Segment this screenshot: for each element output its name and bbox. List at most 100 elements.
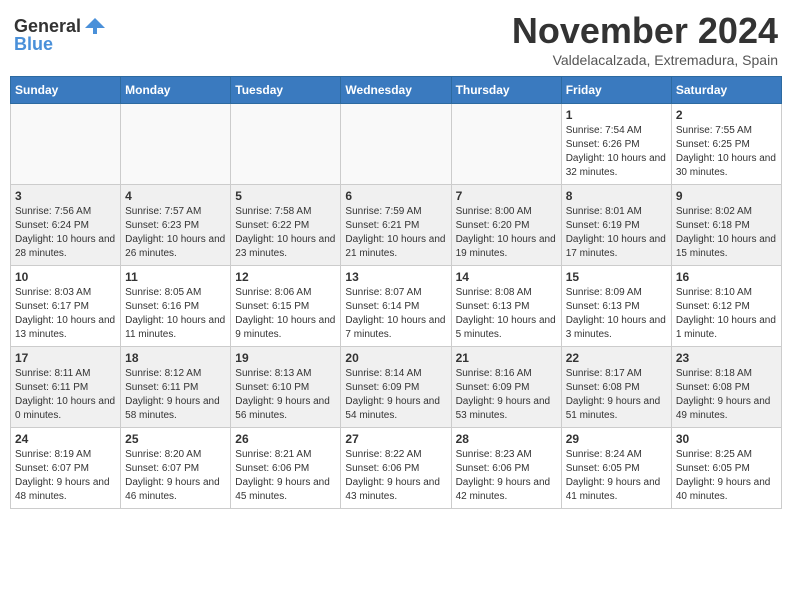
- day-number: 3: [15, 189, 116, 203]
- day-number: 22: [566, 351, 667, 365]
- calendar-cell: 16 Sunrise: 8:10 AMSunset: 6:12 PMDayligh…: [671, 266, 781, 347]
- page-header: General Blue November 2024 Valdelacalzad…: [10, 10, 782, 68]
- calendar-cell: [451, 104, 561, 185]
- calendar-cell: 5Sunrise: 7:58 AMSunset: 6:22 PMDaylight…: [231, 185, 341, 266]
- calendar-cell: 7Sunrise: 8:00 AMSunset: 6:20 PMDaylight…: [451, 185, 561, 266]
- day-info: Sunrise: 8:20 AMSunset: 6:07 PMDaylight:…: [125, 448, 226, 504]
- day-number: 21: [456, 351, 557, 365]
- calendar-cell: 15 Sunrise: 8:09 AMSunset: 6:13 PMDayligh…: [561, 266, 671, 347]
- day-number: 26: [235, 432, 336, 446]
- calendar-cell: 19 Sunrise: 8:13 AMSunset: 6:10 PMDayligh…: [231, 347, 341, 428]
- day-info: Sunrise: 8:18 AMSunset: 6:08 PMDaylight:…: [676, 367, 777, 423]
- day-info: Sunrise: 8:12 AMSunset: 6:11 PMDaylight:…: [125, 367, 226, 423]
- day-info: Sunrise: 7:57 AMSunset: 6:23 PMDaylight:…: [125, 205, 226, 261]
- calendar-table: SundayMondayTuesdayWednesdayThursdayFrid…: [10, 76, 782, 509]
- day-number: 13: [345, 270, 446, 284]
- logo-blue: Blue: [14, 34, 53, 55]
- calendar-cell: 20 Sunrise: 8:14 AMSunset: 6:09 PMDayligh…: [341, 347, 451, 428]
- calendar-cell: 3 Sunrise: 7:56 AMSunset: 6:24 PMDaylight…: [11, 185, 121, 266]
- calendar-cell: 2 Sunrise: 7:55 AMSunset: 6:25 PMDaylight…: [671, 104, 781, 185]
- day-info: Sunrise: 8:23 AMSunset: 6:06 PMDaylight:…: [456, 448, 557, 504]
- calendar-week-row: 24 Sunrise: 8:19 AMSunset: 6:07 PMDayligh…: [11, 428, 782, 509]
- weekday-header: Saturday: [671, 77, 781, 104]
- calendar-cell: [341, 104, 451, 185]
- day-number: 19: [235, 351, 336, 365]
- calendar-cell: 12Sunrise: 8:06 AMSunset: 6:15 PMDayligh…: [231, 266, 341, 347]
- day-number: 2: [676, 108, 777, 122]
- day-info: Sunrise: 7:55 AMSunset: 6:25 PMDaylight:…: [676, 124, 777, 180]
- day-info: Sunrise: 8:01 AMSunset: 6:19 PMDaylight:…: [566, 205, 667, 261]
- day-info: Sunrise: 8:08 AMSunset: 6:13 PMDaylight:…: [456, 286, 557, 342]
- day-number: 14: [456, 270, 557, 284]
- calendar-week-row: 17 Sunrise: 8:11 AMSunset: 6:11 PMDayligh…: [11, 347, 782, 428]
- calendar-cell: 10 Sunrise: 8:03 AMSunset: 6:17 PMDayligh…: [11, 266, 121, 347]
- day-number: 11: [125, 270, 226, 284]
- title-block: November 2024 Valdelacalzada, Extremadur…: [512, 10, 778, 68]
- day-info: Sunrise: 8:22 AMSunset: 6:06 PMDaylight:…: [345, 448, 446, 504]
- calendar-cell: 26Sunrise: 8:21 AMSunset: 6:06 PMDayligh…: [231, 428, 341, 509]
- day-number: 15: [566, 270, 667, 284]
- day-info: Sunrise: 8:14 AMSunset: 6:09 PMDaylight:…: [345, 367, 446, 423]
- calendar-cell: 21 Sunrise: 8:16 AMSunset: 6:09 PMDayligh…: [451, 347, 561, 428]
- day-number: 17: [15, 351, 116, 365]
- day-number: 4: [125, 189, 226, 203]
- day-info: Sunrise: 8:19 AMSunset: 6:07 PMDaylight:…: [15, 448, 116, 504]
- day-number: 18: [125, 351, 226, 365]
- day-number: 9: [676, 189, 777, 203]
- day-number: 10: [15, 270, 116, 284]
- calendar-cell: 29 Sunrise: 8:24 AMSunset: 6:05 PMDayligh…: [561, 428, 671, 509]
- day-info: Sunrise: 8:10 AMSunset: 6:12 PMDaylight:…: [676, 286, 777, 342]
- calendar-cell: 4 Sunrise: 7:57 AMSunset: 6:23 PMDaylight…: [121, 185, 231, 266]
- weekday-header: Monday: [121, 77, 231, 104]
- day-info: Sunrise: 8:05 AMSunset: 6:16 PMDaylight:…: [125, 286, 226, 342]
- calendar-cell: 17 Sunrise: 8:11 AMSunset: 6:11 PMDayligh…: [11, 347, 121, 428]
- calendar-cell: 13 Sunrise: 8:07 AMSunset: 6:14 PMDayligh…: [341, 266, 451, 347]
- day-info: Sunrise: 8:13 AMSunset: 6:10 PMDaylight:…: [235, 367, 336, 423]
- weekday-header: Thursday: [451, 77, 561, 104]
- day-info: Sunrise: 8:24 AMSunset: 6:05 PMDaylight:…: [566, 448, 667, 504]
- calendar-cell: 8 Sunrise: 8:01 AMSunset: 6:19 PMDaylight…: [561, 185, 671, 266]
- day-number: 27: [345, 432, 446, 446]
- day-number: 30: [676, 432, 777, 446]
- day-number: 8: [566, 189, 667, 203]
- calendar-cell: [231, 104, 341, 185]
- day-number: 25: [125, 432, 226, 446]
- weekday-header: Friday: [561, 77, 671, 104]
- weekday-header: Sunday: [11, 77, 121, 104]
- calendar-cell: 1Sunrise: 7:54 AMSunset: 6:26 PMDaylight…: [561, 104, 671, 185]
- day-info: Sunrise: 8:16 AMSunset: 6:09 PMDaylight:…: [456, 367, 557, 423]
- location-subtitle: Valdelacalzada, Extremadura, Spain: [512, 52, 778, 68]
- day-number: 29: [566, 432, 667, 446]
- calendar-cell: [121, 104, 231, 185]
- day-info: Sunrise: 8:09 AMSunset: 6:13 PMDaylight:…: [566, 286, 667, 342]
- calendar-cell: 23 Sunrise: 8:18 AMSunset: 6:08 PMDayligh…: [671, 347, 781, 428]
- day-info: Sunrise: 8:07 AMSunset: 6:14 PMDaylight:…: [345, 286, 446, 342]
- calendar-cell: 14 Sunrise: 8:08 AMSunset: 6:13 PMDayligh…: [451, 266, 561, 347]
- day-number: 20: [345, 351, 446, 365]
- day-number: 7: [456, 189, 557, 203]
- day-info: Sunrise: 7:56 AMSunset: 6:24 PMDaylight:…: [15, 205, 116, 261]
- day-info: Sunrise: 8:25 AMSunset: 6:05 PMDaylight:…: [676, 448, 777, 504]
- calendar-cell: 22Sunrise: 8:17 AMSunset: 6:08 PMDayligh…: [561, 347, 671, 428]
- day-info: Sunrise: 8:03 AMSunset: 6:17 PMDaylight:…: [15, 286, 116, 342]
- calendar-header-row: SundayMondayTuesdayWednesdayThursdayFrid…: [11, 77, 782, 104]
- weekday-header: Wednesday: [341, 77, 451, 104]
- weekday-header: Tuesday: [231, 77, 341, 104]
- logo-icon: [83, 14, 107, 38]
- calendar-cell: 25 Sunrise: 8:20 AMSunset: 6:07 PMDayligh…: [121, 428, 231, 509]
- day-info: Sunrise: 8:11 AMSunset: 6:11 PMDaylight:…: [15, 367, 116, 423]
- calendar-cell: [11, 104, 121, 185]
- calendar-cell: 6Sunrise: 7:59 AMSunset: 6:21 PMDaylight…: [341, 185, 451, 266]
- calendar-cell: 24 Sunrise: 8:19 AMSunset: 6:07 PMDayligh…: [11, 428, 121, 509]
- day-number: 23: [676, 351, 777, 365]
- day-info: Sunrise: 7:54 AMSunset: 6:26 PMDaylight:…: [566, 124, 667, 180]
- day-info: Sunrise: 7:58 AMSunset: 6:22 PMDaylight:…: [235, 205, 336, 261]
- day-number: 16: [676, 270, 777, 284]
- month-title: November 2024: [512, 10, 778, 52]
- calendar-week-row: 3 Sunrise: 7:56 AMSunset: 6:24 PMDaylight…: [11, 185, 782, 266]
- day-number: 24: [15, 432, 116, 446]
- day-info: Sunrise: 7:59 AMSunset: 6:21 PMDaylight:…: [345, 205, 446, 261]
- calendar-cell: 9Sunrise: 8:02 AMSunset: 6:18 PMDaylight…: [671, 185, 781, 266]
- day-number: 12: [235, 270, 336, 284]
- calendar-cell: 28Sunrise: 8:23 AMSunset: 6:06 PMDayligh…: [451, 428, 561, 509]
